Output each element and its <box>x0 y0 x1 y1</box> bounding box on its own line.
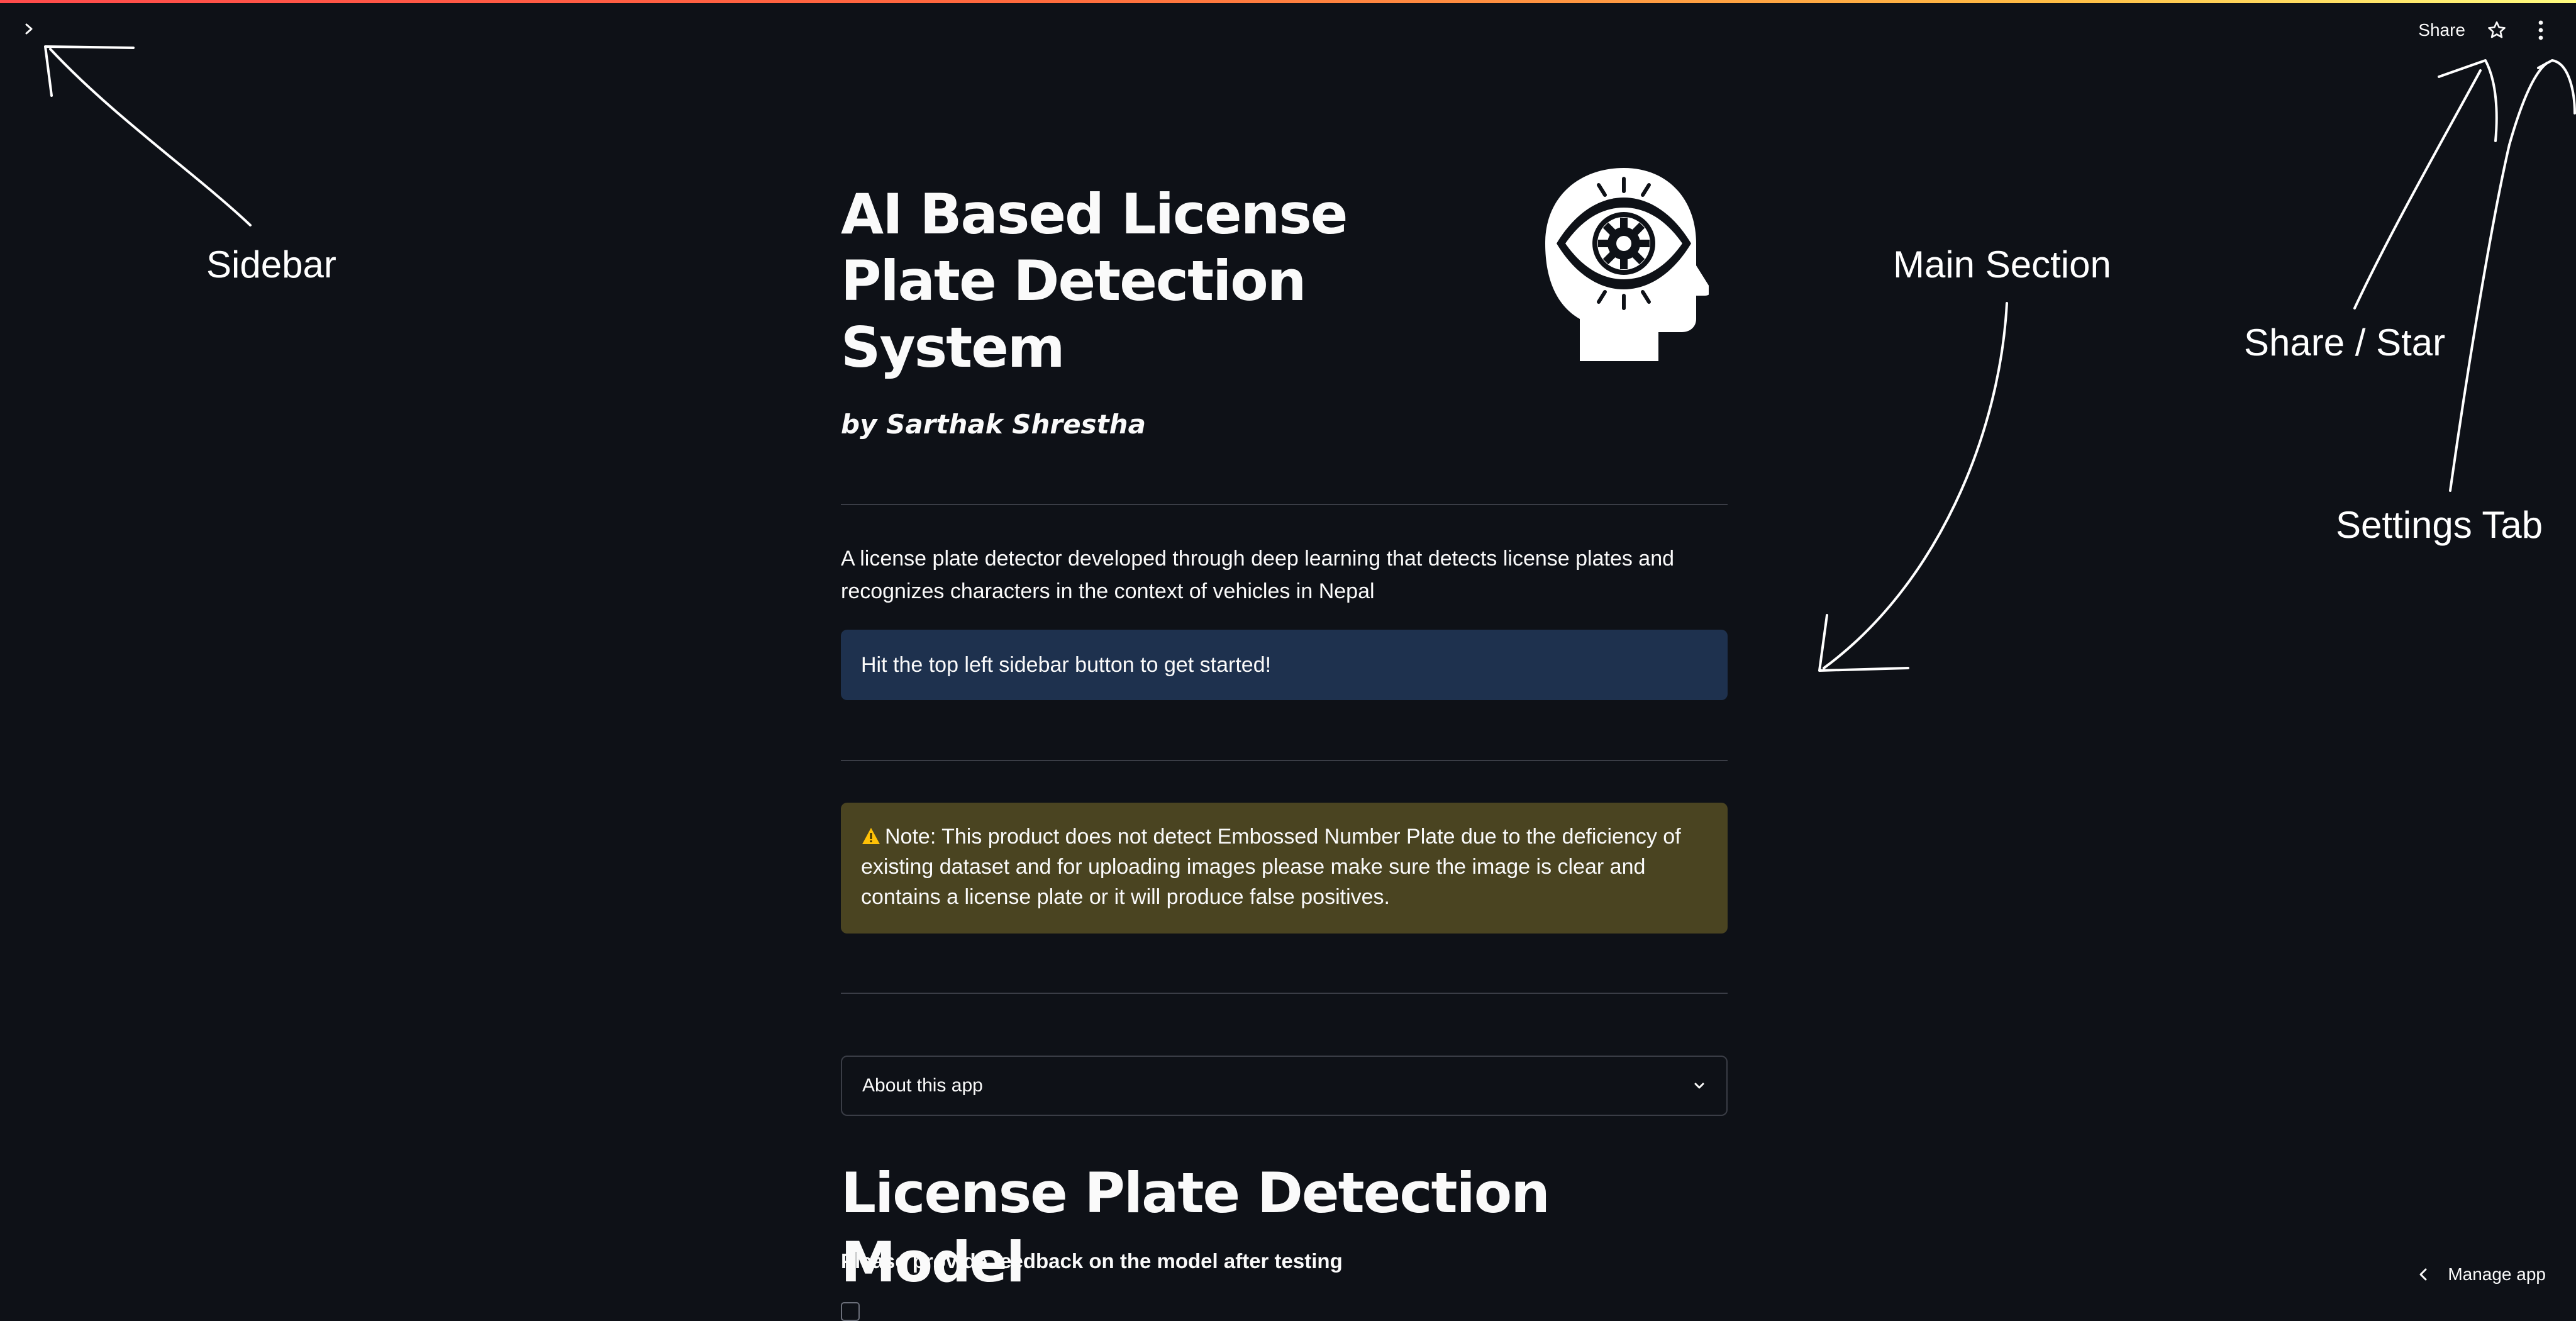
annotation-label-main-section: Main Section <box>1893 243 2111 286</box>
divider <box>841 993 1728 994</box>
about-app-expander[interactable]: About this app <box>841 1056 1728 1116</box>
warning-icon <box>862 828 880 844</box>
divider <box>841 760 1728 761</box>
warning-alert-text: Note: This product does not detect Embos… <box>861 825 1681 909</box>
annotation-label-sidebar: Sidebar <box>206 243 336 286</box>
manage-app-label: Manage app <box>2448 1264 2546 1284</box>
annotation-label-share-star: Share / Star <box>2244 321 2446 364</box>
app-description: A license plate detector developed throu… <box>841 547 1675 603</box>
sidebar-toggle-button[interactable] <box>16 16 42 42</box>
checkbox[interactable] <box>841 1302 860 1321</box>
share-button[interactable]: Share <box>2418 20 2465 40</box>
manage-app-button[interactable]: Manage app <box>2418 1257 2546 1292</box>
star-icon <box>2488 21 2506 38</box>
chevron-down-icon <box>1694 1083 1704 1089</box>
feedback-prompt: Please provide feedback on the model aft… <box>841 1249 1343 1273</box>
more-vertical-icon <box>2538 20 2543 40</box>
section-title: License Plate Detection Model <box>841 1161 1550 1295</box>
info-alert: Hit the top left sidebar button to get s… <box>841 630 1728 700</box>
expander-label: About this app <box>862 1075 983 1096</box>
author-byline: by Sarthak Shrestha <box>841 409 1146 440</box>
header-decoration-bar <box>0 0 2576 3</box>
divider <box>841 504 1728 505</box>
annotation-label-settings-tab: Settings Tab <box>2336 504 2543 546</box>
warning-alert: Note: This product does not detect Embos… <box>841 803 1728 934</box>
header-actions: Share <box>2418 15 2553 45</box>
star-button[interactable] <box>2484 18 2509 43</box>
settings-menu-button[interactable] <box>2528 18 2553 43</box>
chevron-right-icon <box>25 23 33 35</box>
info-alert-text: Hit the top left sidebar button to get s… <box>861 652 1272 677</box>
head-gear-eye-icon <box>1545 168 1709 361</box>
page-title: AI Based License Plate Detection System <box>841 182 1348 380</box>
chevron-left-icon <box>2419 1268 2427 1281</box>
